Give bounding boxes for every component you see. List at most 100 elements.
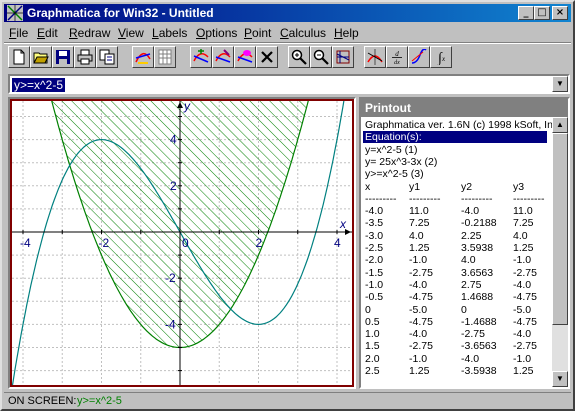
menu-redraw[interactable]: Redraw (69, 26, 110, 40)
scroll-down-button[interactable]: ▼ (552, 371, 568, 387)
minimize-button[interactable]: _ (518, 6, 534, 20)
table-row-cell: 1.5 (365, 340, 380, 353)
table-row-cell: -2.0 (365, 254, 384, 267)
table-row-cell: -0.5 (365, 291, 384, 304)
table-row-cell: -3.5 (365, 217, 384, 230)
draw-graph-button[interactable] (132, 46, 154, 68)
table-row-cell: 2.0 (365, 352, 380, 365)
equation-dropdown-button[interactable]: ▼ (552, 76, 568, 92)
table-row-cell: -4.0 (513, 328, 532, 341)
print-button[interactable] (74, 46, 96, 68)
table-row-cell: -1.0 (365, 278, 384, 291)
menu-options[interactable]: Options (196, 26, 237, 40)
tangent-button[interactable] (364, 46, 386, 68)
printout-equation-line: y=x^2-5 (1) (365, 143, 418, 156)
scroll-up-button[interactable]: ▲ (552, 117, 568, 133)
table-row-cell: 2.25 (461, 229, 482, 242)
add-curve-button[interactable] (190, 46, 212, 68)
integrate-curve-icon (411, 49, 427, 64)
menu-point[interactable]: Point (244, 26, 271, 40)
menu-calculus[interactable]: Calculus (280, 26, 326, 40)
menu-help[interactable]: Help (334, 26, 359, 40)
close-button[interactable]: × (552, 6, 568, 20)
table-row-cell: -1.4688 (461, 315, 497, 328)
table-divider-cell: --------- (365, 192, 397, 205)
x-tick-label: 0 (182, 236, 189, 250)
open-folder-icon (33, 52, 49, 64)
menu-labels[interactable]: Labels (152, 26, 187, 40)
title-bar[interactable]: Graphmatica for Win32 - Untitled _ □ × (4, 4, 571, 22)
save-button[interactable] (52, 46, 74, 68)
printout-version-line: Graphmatica ver. 1.6N (c) 1998 kSoft, In… (365, 119, 562, 131)
minimize-icon: _ (523, 7, 529, 18)
equation-input[interactable]: y>=x^2-5 (12, 78, 65, 92)
table-row-cell: 1.25 (409, 242, 430, 254)
graphmatica-app-icon[interactable] (7, 5, 23, 21)
printout-title-bar[interactable]: Printout (361, 99, 568, 117)
table-row-cell: -2.75 (409, 266, 433, 279)
equation-combobox[interactable]: y>=x^2-5 ▼ (8, 74, 570, 94)
scroll-thumb[interactable] (552, 133, 568, 325)
edit-curve-button[interactable] (212, 46, 234, 68)
menu-bar: File Edit Redraw View Labels Options Poi… (4, 23, 571, 42)
x-axis-label: x (339, 217, 347, 231)
zoom-in-button[interactable] (288, 46, 310, 68)
grid-button[interactable] (154, 46, 176, 68)
table-header-cell: x (365, 180, 371, 193)
integrate-curve-button[interactable] (408, 46, 430, 68)
table-row-cell: 1.25 (513, 365, 534, 377)
table-row-cell: 1.25 (409, 365, 430, 377)
table-row-cell: -4.75 (513, 315, 537, 328)
copy-icon (99, 49, 115, 65)
table-row-cell: -2.75 (513, 266, 537, 279)
integral-button[interactable]: ∫ x (430, 46, 452, 68)
zoom-out-button[interactable] (310, 46, 332, 68)
edit-curve-icon (215, 49, 231, 63)
printout-equation-line: y= 25x^3-3x (2) (365, 155, 438, 168)
new-button[interactable] (8, 46, 30, 68)
scroll-up-icon: ▲ (556, 120, 564, 129)
print-icon (77, 49, 93, 65)
grid-icon (158, 49, 172, 65)
table-row-cell: -4.75 (409, 315, 433, 328)
y-tick-label: -4 (165, 317, 176, 331)
graph-canvas[interactable]: -4 -2 0 2 4 4 2 -2 -4 x y (8, 97, 356, 389)
table-row-cell: -5.0 (513, 303, 532, 316)
maximize-button[interactable]: □ (534, 6, 550, 20)
table-row-cell: -1.0 (513, 352, 532, 365)
table-row-cell: -3.6563 (461, 340, 497, 353)
menu-edit[interactable]: Edit (37, 26, 58, 40)
y-tick-label: -2 (165, 271, 176, 285)
erase-button[interactable] (256, 46, 278, 68)
table-divider-cell: --------- (461, 192, 493, 205)
menu-file[interactable]: File (9, 26, 28, 40)
open-button[interactable] (30, 46, 52, 68)
table-row-cell: 2.75 (461, 278, 482, 291)
zoom-fit-icon (336, 50, 350, 64)
graph-plot[interactable]: -4 -2 0 2 4 4 2 -2 -4 x y (10, 99, 354, 387)
table-row-cell: -4.0 (461, 352, 480, 365)
printout-equation-line: y>=x^2-5 (3) (365, 168, 424, 181)
status-equation: y>=x^2-5 (77, 395, 122, 407)
derivative-button[interactable]: d dx (386, 46, 408, 68)
table-row-cell: -4.0 (365, 205, 384, 218)
delete-curve-button[interactable] (234, 46, 256, 68)
printout-scrollbar[interactable]: ▲ ▼ (552, 117, 568, 387)
table-row-cell: -4.0 (513, 278, 532, 291)
delete-curve-icon (237, 50, 253, 63)
zoom-fit-button[interactable] (332, 46, 354, 68)
table-row-cell: -2.75 (461, 328, 485, 341)
new-file-icon (13, 49, 25, 65)
copy-button[interactable] (96, 46, 118, 68)
erase-icon (261, 51, 273, 63)
table-row-cell: -4.0 (409, 278, 428, 291)
maximize-icon: □ (537, 7, 547, 18)
menu-view[interactable]: View (118, 26, 144, 40)
y-tick-label: 2 (170, 179, 177, 193)
table-row-cell: 1.4688 (461, 291, 494, 304)
table-row-cell: -3.5938 (461, 365, 497, 377)
table-header-cell: y3 (513, 180, 525, 193)
toolbar: d dx ∫ x (4, 44, 571, 72)
table-row-cell: 11.0 (513, 205, 533, 218)
svg-text:x: x (441, 55, 446, 63)
